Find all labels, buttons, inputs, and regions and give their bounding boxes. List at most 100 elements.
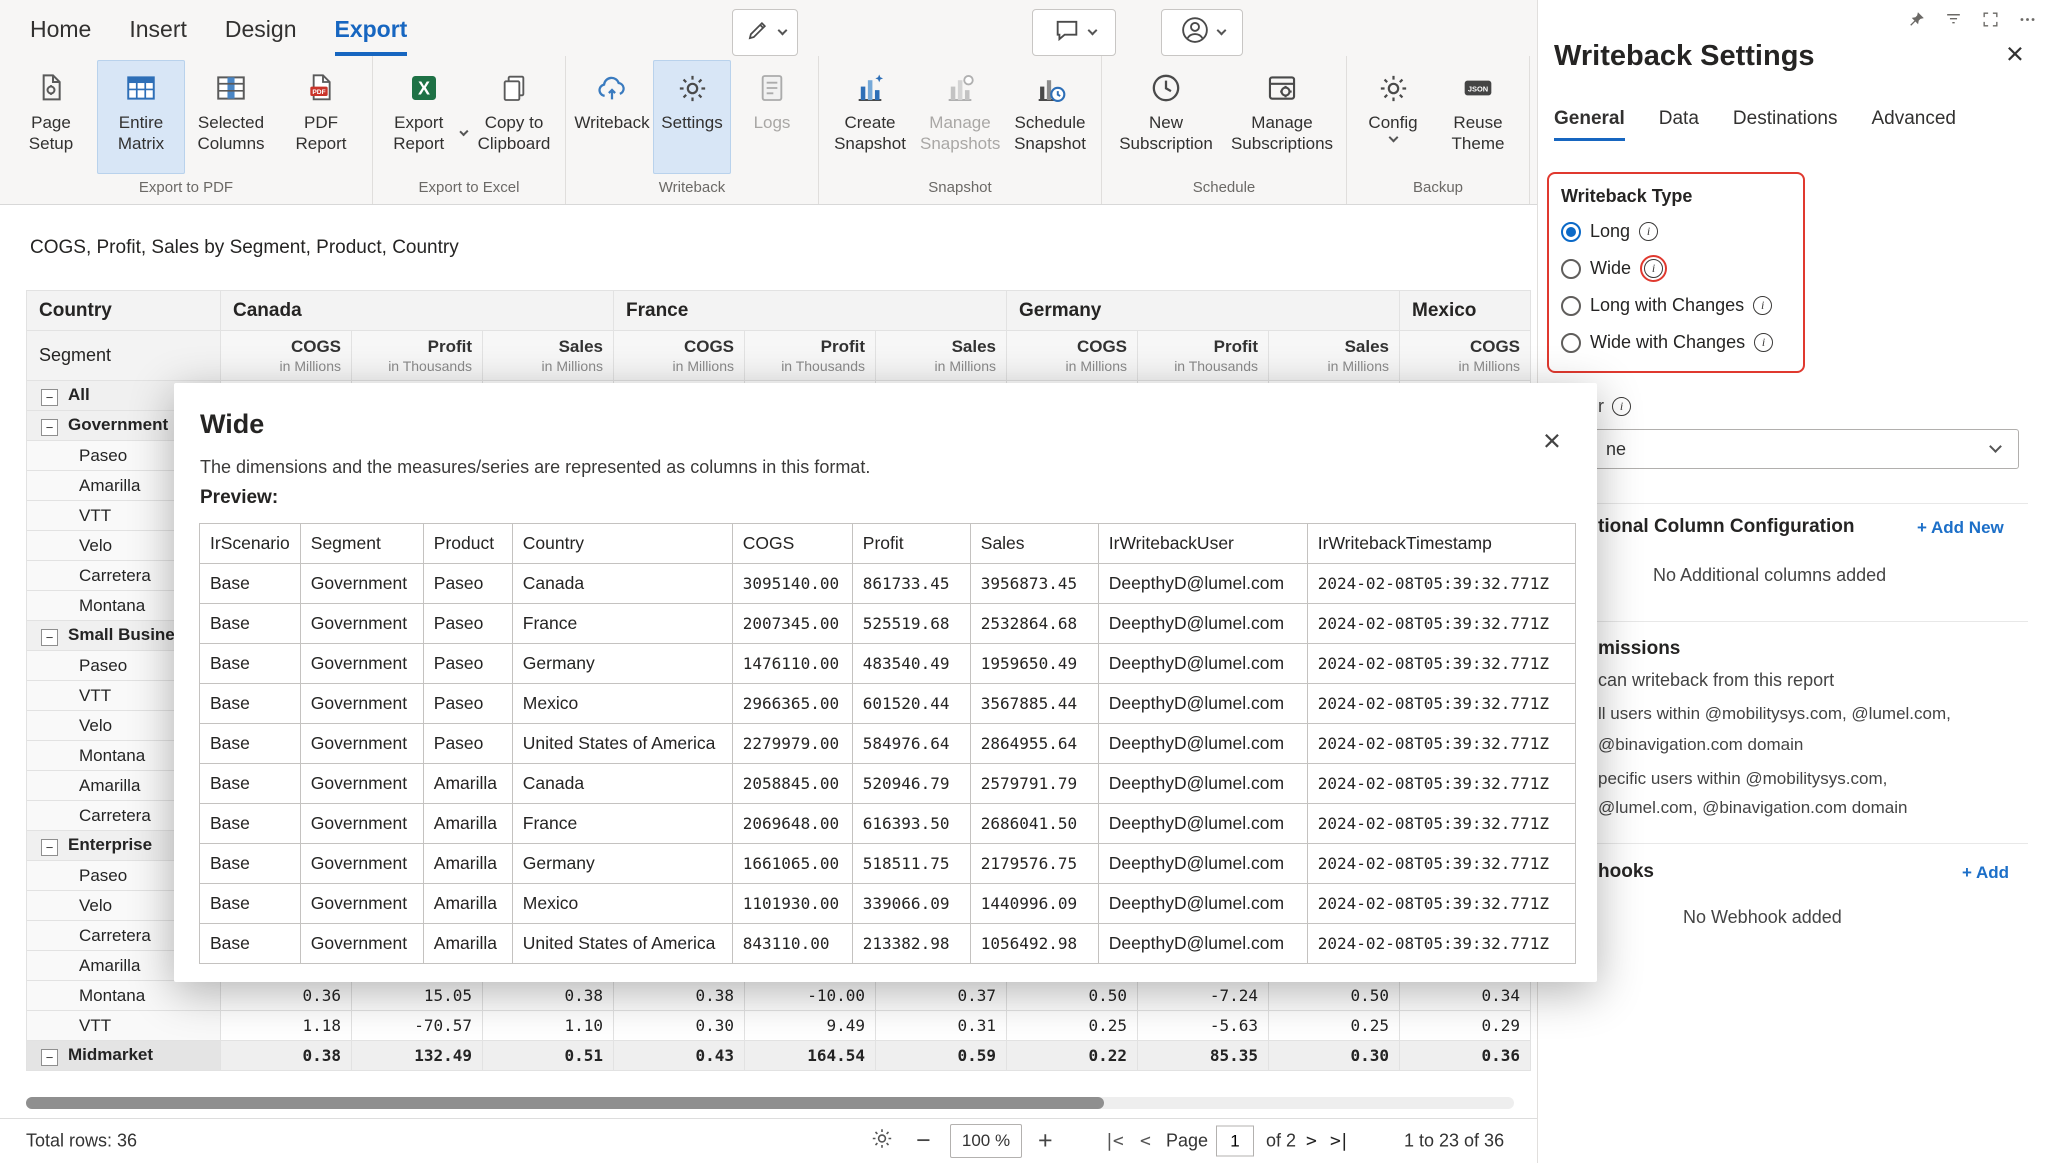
button-label: PDF Report (281, 113, 361, 154)
preview-cell: DeepthyD@lumel.com (1098, 644, 1307, 684)
matrix-country-header: Germany (1007, 291, 1400, 331)
collapse-icon[interactable]: − (41, 629, 58, 646)
pin-icon[interactable] (1905, 8, 1927, 30)
matrix-measure-header: COGSin Millions (614, 331, 745, 381)
ribbon-groups: Page Setup Entire Matrix Selected Column… (0, 56, 1537, 204)
page-setup-button[interactable]: Page Setup (7, 60, 95, 174)
schedule-snapshot-button[interactable]: Schedule Snapshot (1006, 60, 1094, 174)
tab-data[interactable]: Data (1659, 108, 1699, 141)
tab-advanced[interactable]: Advanced (1871, 108, 1956, 141)
radio-icon[interactable] (1561, 259, 1581, 279)
first-page-button[interactable]: |< (1104, 1131, 1122, 1152)
edit-mode-button[interactable] (732, 9, 798, 56)
create-snapshot-button[interactable]: Create Snapshot (826, 60, 914, 174)
table-settings-gear-icon[interactable] (870, 1127, 894, 1156)
tab-export[interactable]: Export (335, 16, 408, 56)
collapse-icon[interactable]: − (41, 389, 58, 406)
preview-cell: 2024-02-08T05:39:32.771Z (1307, 644, 1575, 684)
preview-column-header: IrScenario (200, 524, 301, 564)
preview-cell: Base (200, 724, 301, 764)
close-icon[interactable]: × (2006, 38, 2024, 69)
collapse-icon[interactable]: − (41, 419, 58, 436)
matrix-value-cell: 0.59 (876, 1041, 1007, 1071)
matrix-measure-header: Profitin Thousands (1138, 331, 1269, 381)
info-icon[interactable]: i (1753, 296, 1772, 315)
focus-mode-icon[interactable] (1979, 8, 2001, 30)
next-page-button[interactable]: > (1306, 1131, 1315, 1152)
matrix-row-label[interactable]: −Midmarket (27, 1041, 221, 1071)
preview-column-header: Product (423, 524, 512, 564)
entire-matrix-button[interactable]: Entire Matrix (97, 60, 185, 174)
selected-columns-button[interactable]: Selected Columns (187, 60, 275, 174)
matrix-country-header: Canada (221, 291, 614, 331)
tab-design[interactable]: Design (225, 16, 297, 56)
horizontal-scrollbar[interactable] (26, 1097, 1514, 1109)
info-icon[interactable]: i (1644, 259, 1663, 278)
export-report-button[interactable]: X Export Report (380, 60, 468, 174)
copy-to-clipboard-button[interactable]: Copy to Clipboard (470, 60, 558, 174)
filter-icon[interactable] (1942, 8, 1964, 30)
radio-label: Long with Changes (1590, 295, 1744, 316)
pdf-report-button[interactable]: PDF PDF Report (277, 60, 365, 174)
button-label: Logs (754, 113, 791, 134)
comments-button[interactable] (1032, 9, 1116, 56)
matrix-measure-header: Salesin Millions (876, 331, 1007, 381)
tab-insert[interactable]: Insert (129, 16, 187, 56)
writeback-settings-button[interactable]: Settings (653, 60, 731, 174)
collapse-icon[interactable]: − (41, 1049, 58, 1066)
tab-destinations[interactable]: Destinations (1733, 108, 1838, 141)
add-new-link[interactable]: + Add New (1917, 518, 2004, 538)
radio-wide-with-changes[interactable]: Wide with Changes i (1561, 324, 1791, 361)
reuse-theme-button[interactable]: JSON Reuse Theme (1434, 60, 1522, 174)
more-options-icon[interactable] (2016, 8, 2038, 30)
tab-general[interactable]: General (1554, 108, 1625, 141)
new-subscription-button[interactable]: New Subscription (1109, 60, 1223, 174)
radio-icon[interactable] (1561, 296, 1581, 316)
preview-cell: 213382.98 (852, 924, 970, 964)
info-icon[interactable]: i (1754, 333, 1773, 352)
last-page-button[interactable]: >| (1330, 1131, 1348, 1152)
collapse-icon[interactable]: − (41, 839, 58, 856)
group-snapshot: Create Snapshot Manage Snapshots Schedul… (819, 56, 1102, 204)
radio-long-with-changes[interactable]: Long with Changes i (1561, 287, 1791, 324)
manage-subscriptions-button[interactable]: Manage Subscriptions (1225, 60, 1339, 174)
preview-cell: Government (300, 764, 423, 804)
preview-table: IrScenarioSegmentProductCountryCOGSProfi… (199, 523, 1576, 964)
preview-cell: 2024-02-08T05:39:32.771Z (1307, 604, 1575, 644)
preview-row: BaseGovernmentAmarillaCanada2058845.0052… (200, 764, 1576, 804)
info-icon[interactable]: i (1612, 397, 1631, 416)
radio-icon[interactable] (1561, 333, 1581, 353)
scrollbar-thumb[interactable] (26, 1097, 1104, 1109)
close-icon[interactable]: × (1543, 425, 1561, 456)
visual-header-icons (1905, 8, 2038, 30)
radio-selected-icon[interactable] (1561, 222, 1581, 242)
page-number-input[interactable] (1216, 1126, 1254, 1157)
preview-cell: 2279979.00 (732, 724, 852, 764)
previous-page-button[interactable]: < (1140, 1131, 1149, 1152)
preview-cell: 1056492.98 (970, 924, 1098, 964)
radio-wide[interactable]: Wide i (1561, 250, 1791, 287)
writeback-button[interactable]: Writeback (573, 60, 651, 174)
add-webhook-link[interactable]: + Add (1962, 863, 2009, 883)
account-button[interactable] (1161, 9, 1243, 56)
matrix-measure-header: COGSin Millions (221, 331, 352, 381)
matrix-value-cell: 85.35 (1138, 1041, 1269, 1071)
zoom-in-button[interactable]: + (1038, 1127, 1053, 1156)
writeback-type-group: Writeback Type Long i Wide i Long with C… (1547, 172, 1805, 373)
preview-cell: Government (300, 644, 423, 684)
destination-dropdown[interactable]: ne (1571, 429, 2019, 469)
zoom-level[interactable]: 100 % (950, 1124, 1022, 1158)
tab-home[interactable]: Home (30, 16, 91, 56)
button-label: Reuse Theme (1438, 113, 1518, 154)
matrix-value-cell: 0.31 (876, 1011, 1007, 1041)
preview-cell: Base (200, 644, 301, 684)
preview-column-header: Sales (970, 524, 1098, 564)
config-button[interactable]: Config (1354, 60, 1432, 174)
radio-long[interactable]: Long i (1561, 213, 1791, 250)
matrix-value-cell: -5.63 (1138, 1011, 1269, 1041)
button-label: Manage Snapshots (920, 113, 1000, 154)
info-icon[interactable]: i (1639, 222, 1658, 241)
preview-cell: 2007345.00 (732, 604, 852, 644)
chevron-down-icon (1989, 440, 2002, 453)
zoom-out-button[interactable]: − (916, 1127, 931, 1156)
